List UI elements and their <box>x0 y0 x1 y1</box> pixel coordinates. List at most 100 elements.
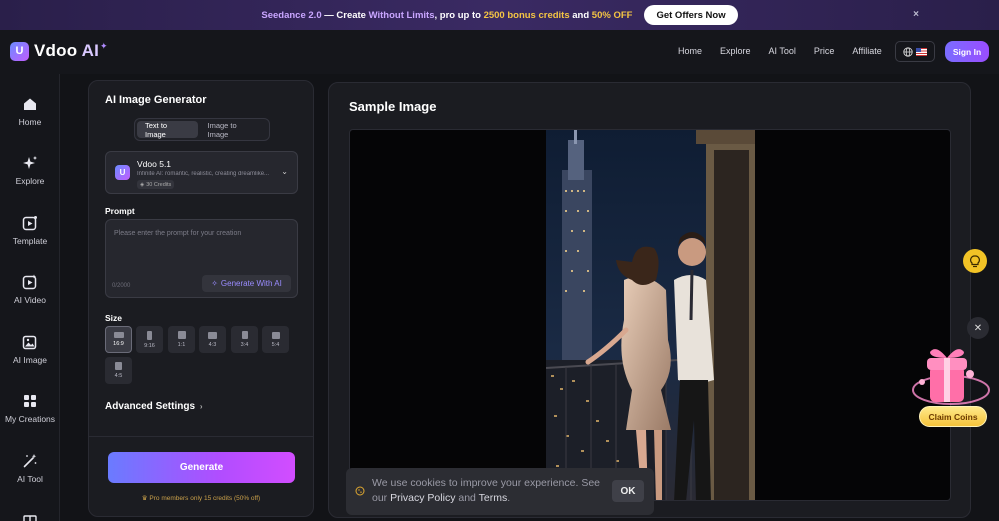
divider <box>89 436 313 437</box>
promo-segment: and <box>569 9 592 21</box>
promo-highlight: Without Limits <box>368 9 435 21</box>
generator-panel: AI Image Generator Text to Image Image t… <box>88 80 314 517</box>
sidebar-item-more[interactable] <box>0 511 60 521</box>
size-option-9-16[interactable]: 9:16 <box>136 326 163 353</box>
close-icon[interactable]: × <box>913 9 919 20</box>
mode-tabs: Text to Image Image to Image <box>134 118 270 141</box>
size-option-1-1[interactable]: 1:1 <box>168 326 195 353</box>
claim-coins-button[interactable]: Claim Coins <box>919 406 987 427</box>
sample-image <box>546 130 755 500</box>
advanced-settings-toggle[interactable]: Advanced Settings › <box>105 401 202 412</box>
size-option-16-9[interactable]: 16:9 <box>105 326 132 353</box>
tab-text-to-image[interactable]: Text to Image <box>137 121 198 139</box>
template-icon <box>22 215 38 231</box>
promo-discount: 50% OFF <box>591 9 633 21</box>
sample-panel: Sample Image <box>328 82 971 518</box>
sample-illustration <box>546 130 755 500</box>
sign-in-button[interactable]: Sign In <box>945 41 989 62</box>
sidebar-item-label: My Creations <box>4 414 56 424</box>
magic-wand-icon <box>22 453 38 469</box>
cookie-icon <box>355 486 365 496</box>
sidebar-item-home[interactable]: Home <box>0 96 60 127</box>
cookie-text: . <box>507 492 511 504</box>
cookie-message: We use cookies to improve your experienc… <box>372 476 602 506</box>
grid-icon <box>22 393 38 409</box>
nav-ai-tool[interactable]: AI Tool <box>769 46 796 56</box>
main-nav: Home Explore AI Tool Price Affiliate <box>678 46 882 56</box>
privacy-policy-link[interactable]: Privacy Policy <box>390 492 455 504</box>
size-option-3-4[interactable]: 3:4 <box>231 326 258 353</box>
generate-with-ai-label: Generate With AI <box>220 279 282 288</box>
nav-explore[interactable]: Explore <box>720 46 751 56</box>
ratio-shape <box>147 330 152 340</box>
model-credits-badge: ◈ 30 Credits <box>137 180 175 189</box>
prompt-input[interactable]: Please enter the prompt for your creatio… <box>105 219 298 298</box>
promo-banner: Seedance 2.0 — Create Without Limits, pr… <box>0 0 999 30</box>
gift-box-icon[interactable] <box>908 344 994 414</box>
magic-wand-icon: ✧ <box>211 279 218 288</box>
size-option-5-4[interactable]: 5:4 <box>262 326 289 353</box>
sidebar-item-ai-image[interactable]: AI Image <box>0 334 60 365</box>
size-option-4-5[interactable]: 4:5 <box>105 357 132 384</box>
logo-name: Vdoo <box>34 41 78 60</box>
promo-segment: — Create <box>321 9 369 21</box>
sidebar-item-ai-video[interactable]: AI Video <box>0 274 60 305</box>
size-option-label: 4:3 <box>208 341 217 348</box>
logo-ai: AI <box>81 41 99 60</box>
ratio-shape <box>208 331 217 339</box>
model-name: Vdoo 5.1 <box>137 159 172 169</box>
sidebar-item-ai-tool[interactable]: AI Tool <box>0 453 60 484</box>
ratio-shape <box>271 331 280 339</box>
cookie-ok-button[interactable]: OK <box>612 480 644 502</box>
sidebar-item-explore[interactable]: Explore <box>0 155 60 186</box>
sparkle-icon: ✦ <box>100 40 108 51</box>
nav-affiliate[interactable]: Affiliate <box>852 46 881 56</box>
chevron-right-icon: › <box>199 402 203 411</box>
crown-icon: ♛ <box>141 495 148 502</box>
nav-home[interactable]: Home <box>678 46 702 56</box>
get-offers-button[interactable]: Get Offers Now <box>644 5 738 25</box>
size-option-label: 16:9 <box>113 341 124 347</box>
size-option-label: 4:5 <box>114 373 123 379</box>
top-header: U Vdoo AI ✦ Home Explore AI Tool Price A… <box>0 30 999 74</box>
model-logo-icon: U <box>115 165 130 180</box>
close-icon[interactable]: ✕ <box>967 317 989 339</box>
model-credits: 30 Credits <box>146 181 172 188</box>
advanced-settings-label: Advanced Settings <box>105 401 196 412</box>
model-selector[interactable]: U Vdoo 5.1 Infinite AI: romantic, realis… <box>105 151 298 194</box>
sidebar-item-template[interactable]: Template <box>0 215 60 246</box>
language-selector[interactable] <box>895 41 935 62</box>
ratio-shape <box>241 331 248 339</box>
generator-title: AI Image Generator <box>105 94 207 106</box>
sidebar-item-my-creations[interactable]: My Creations <box>0 393 60 424</box>
generate-with-ai-button[interactable]: ✧ Generate With AI <box>202 275 291 292</box>
size-option-label: 9:16 <box>144 342 155 349</box>
tab-image-to-image[interactable]: Image to Image <box>200 121 268 139</box>
size-option-label: 3:4 <box>240 342 249 348</box>
ratio-shape <box>115 362 122 370</box>
sidebar-item-label: Home <box>18 117 42 127</box>
video-icon <box>22 274 38 290</box>
logo-text: Vdoo AI <box>34 41 99 61</box>
promo-product: Seedance 2.0 <box>261 9 322 21</box>
size-option-4-3[interactable]: 4:3 <box>199 326 226 353</box>
logo[interactable]: U Vdoo AI ✦ <box>10 41 108 61</box>
us-flag-icon <box>916 47 927 56</box>
generate-button[interactable]: Generate <box>108 452 295 483</box>
size-option-label: 5:4 <box>271 341 280 348</box>
nav-price[interactable]: Price <box>814 46 835 56</box>
sparkle-icon <box>22 155 38 171</box>
terms-link[interactable]: Terms <box>479 492 508 504</box>
image-icon <box>22 334 38 350</box>
cookie-text: and <box>455 492 479 504</box>
left-sidebar: Home Explore Template AI Video AI Image … <box>0 74 60 521</box>
model-description: Infinite AI: romantic, realistic, creati… <box>137 171 270 177</box>
pro-members-note: ♛ Pro members only 15 credits (50% off) <box>89 494 313 502</box>
sample-title: Sample Image <box>349 99 437 114</box>
sidebar-item-label: AI Tool <box>17 474 43 484</box>
sidebar-item-label: Explore <box>15 176 45 186</box>
globe-icon <box>903 46 913 57</box>
promo-credits: 2500 bonus credits <box>483 9 570 21</box>
sample-image-frame <box>349 129 951 501</box>
lightbulb-icon[interactable] <box>963 249 987 273</box>
